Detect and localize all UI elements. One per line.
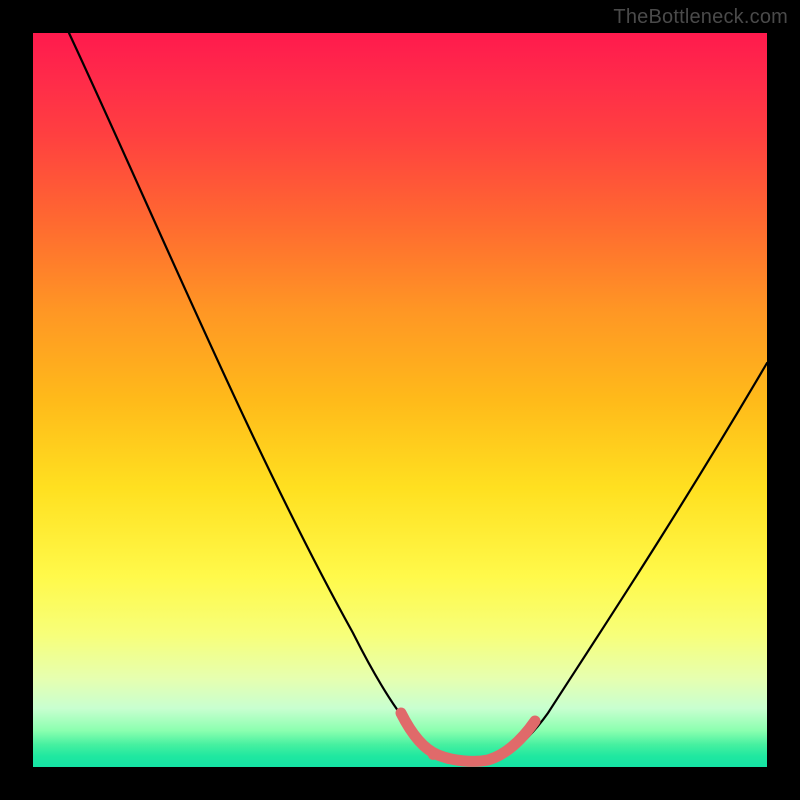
trough-highlight — [401, 713, 535, 761]
curve-black — [69, 33, 767, 762]
plot-area — [33, 33, 767, 767]
curve-layer — [33, 33, 767, 767]
chart-frame: TheBottleneck.com — [0, 0, 800, 800]
watermark-text: TheBottleneck.com — [613, 6, 788, 29]
